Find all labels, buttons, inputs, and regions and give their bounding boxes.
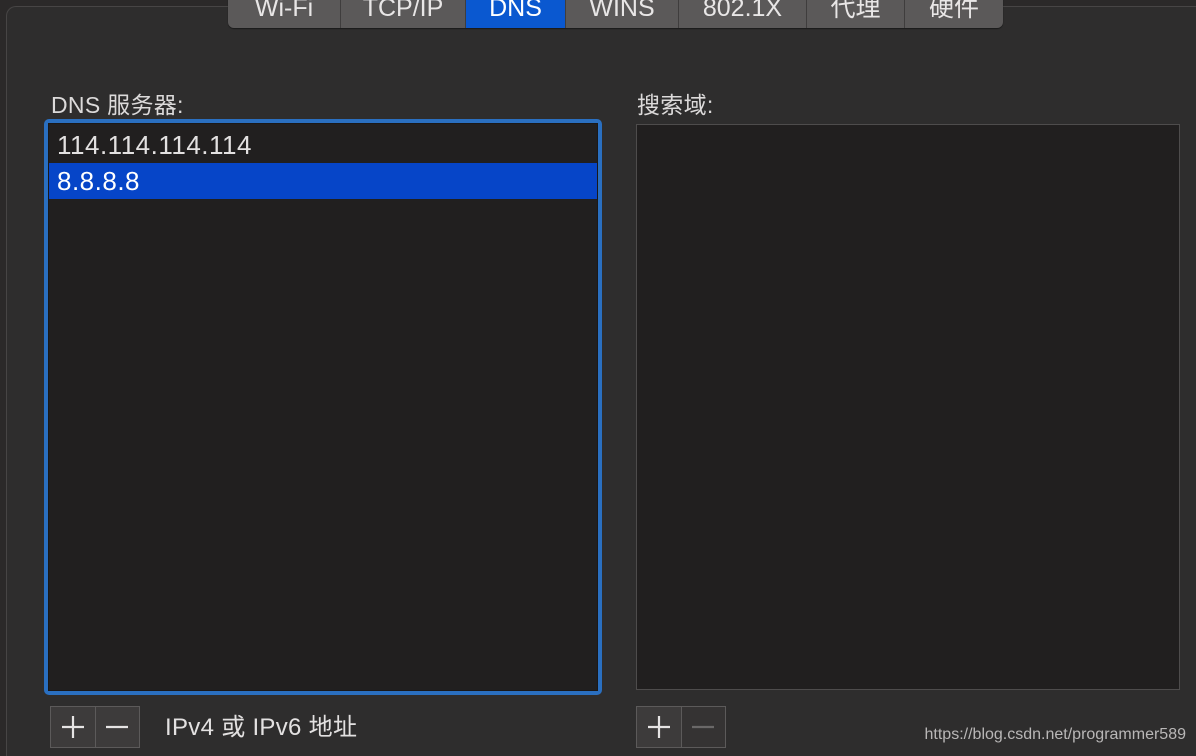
dns-servers-focus-ring: 114.114.114.114 8.8.8.8 (44, 119, 602, 695)
dns-server-row[interactable]: 114.114.114.114 (49, 127, 597, 163)
tab-802-1x[interactable]: 802.1X (679, 0, 807, 28)
network-advanced-window: Wi-Fi TCP/IP DNS WINS 802.1X 代理 硬件 DNS 服… (0, 0, 1196, 756)
tab-proxy[interactable]: 代理 (807, 0, 905, 28)
search-domains-list[interactable] (636, 124, 1180, 690)
dns-server-row-selected[interactable]: 8.8.8.8 (49, 163, 597, 199)
plus-icon (647, 716, 670, 738)
minus-icon (692, 725, 715, 729)
tab-dns[interactable]: DNS (466, 0, 566, 28)
add-search-domain-button[interactable] (637, 707, 681, 747)
remove-search-domain-button[interactable] (680, 707, 725, 747)
search-domains-label: 搜索域: (637, 92, 714, 118)
ip-address-hint: IPv4 或 IPv6 地址 (165, 714, 358, 741)
tab-bar: Wi-Fi TCP/IP DNS WINS 802.1X 代理 硬件 (228, 0, 1003, 28)
tab-wifi[interactable]: Wi-Fi (228, 0, 341, 28)
add-dns-server-button[interactable] (51, 707, 95, 747)
minus-icon (106, 725, 129, 729)
dns-servers-list[interactable]: 114.114.114.114 8.8.8.8 (48, 123, 598, 691)
watermark: https://blog.csdn.net/programmer589 (924, 726, 1186, 743)
search-domain-add-remove-buttons (636, 706, 726, 748)
tab-wins[interactable]: WINS (566, 0, 679, 28)
tab-hardware[interactable]: 硬件 (905, 0, 1003, 28)
dns-add-remove-buttons (50, 706, 140, 748)
remove-dns-server-button[interactable] (94, 707, 139, 747)
dns-servers-label: DNS 服务器: (51, 92, 184, 118)
plus-icon (61, 716, 84, 738)
tab-tcp-ip[interactable]: TCP/IP (341, 0, 466, 28)
